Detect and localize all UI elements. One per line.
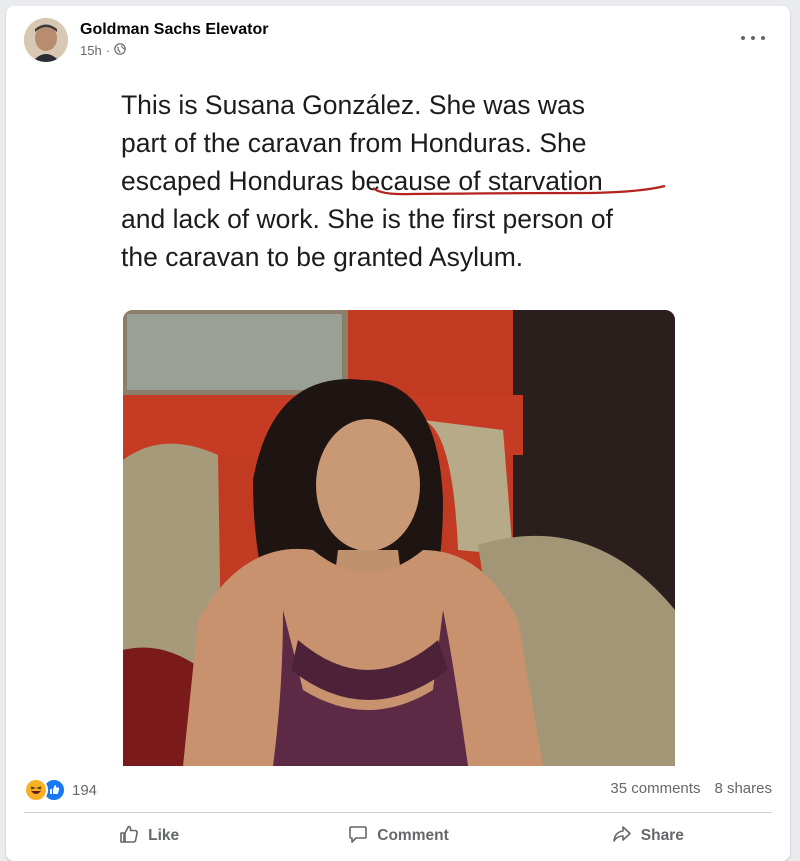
- post-photo[interactable]: [123, 310, 675, 766]
- comments-count[interactable]: 35 comments: [610, 780, 700, 797]
- reactions-summary[interactable]: 194: [24, 778, 97, 802]
- comment-label: Comment: [377, 827, 449, 844]
- haha-reaction-icon: [24, 778, 48, 802]
- starvation-underline: [372, 184, 666, 196]
- comment-bubble-icon: [347, 823, 369, 850]
- post-meta: 15h ·: [80, 43, 126, 58]
- reaction-count: 194: [72, 781, 98, 799]
- share-button[interactable]: Share: [523, 814, 772, 858]
- like-button[interactable]: Like: [24, 814, 273, 858]
- author-name[interactable]: Goldman Sachs Elevator: [80, 21, 269, 39]
- author-avatar[interactable]: [24, 18, 68, 62]
- more-options-icon[interactable]: [738, 28, 768, 48]
- post-stats: 194 35 comments 8 shares: [6, 766, 790, 810]
- engagement-counts: 35 comments 8 shares: [610, 780, 772, 797]
- post-time[interactable]: 15h: [80, 43, 102, 58]
- post-text: This is Susana González. She was was par…: [121, 90, 613, 272]
- post-header: Goldman Sachs Elevator 15h ·: [6, 6, 790, 76]
- post-actions: Like Comment Share: [24, 814, 772, 858]
- divider: [24, 812, 772, 813]
- share-label: Share: [640, 827, 684, 844]
- globe-icon: [114, 43, 126, 58]
- post-content: This is Susana González. She was was par…: [6, 76, 790, 766]
- thumbs-up-icon: [118, 823, 140, 850]
- comment-button[interactable]: Comment: [273, 814, 522, 858]
- shares-count[interactable]: 8 shares: [714, 780, 772, 797]
- share-arrow-icon: [611, 823, 633, 850]
- post-card: Goldman Sachs Elevator 15h · This is Sus…: [6, 6, 790, 861]
- like-label: Like: [148, 827, 180, 844]
- meta-separator: ·: [105, 43, 111, 58]
